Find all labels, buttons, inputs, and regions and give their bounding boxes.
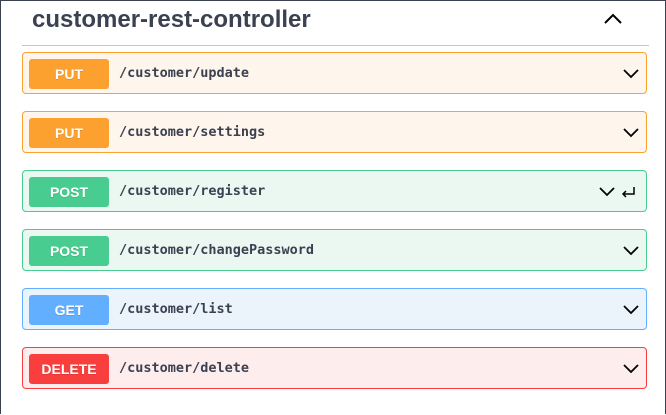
chevron-down-icon[interactable] — [622, 66, 640, 80]
method-badge: DELETE — [29, 354, 109, 384]
operation-path: /customer/list — [119, 301, 233, 317]
operation-path: /customer/changePassword — [119, 242, 315, 258]
operation-path: /customer/settings — [119, 124, 266, 140]
api-panel: customer-rest-controller PUT /customer/u… — [0, 0, 666, 414]
operation-get-customer-list[interactable]: GET /customer/list — [22, 288, 647, 330]
operation-put-customer-settings[interactable]: PUT /customer/settings — [22, 111, 647, 153]
operation-post-customer-changepassword[interactable]: POST /customer/changePassword — [22, 229, 647, 271]
chevron-down-icon[interactable] — [598, 184, 616, 198]
chevron-down-icon[interactable] — [622, 243, 640, 257]
chevron-up-icon — [604, 13, 622, 24]
chevron-down-icon[interactable] — [622, 302, 640, 316]
tag-header[interactable]: customer-rest-controller — [22, 1, 649, 46]
chevron-down-icon[interactable] — [622, 361, 640, 375]
method-badge: POST — [29, 236, 109, 266]
chevron-down-icon[interactable] — [622, 125, 640, 139]
operation-delete-customer-delete[interactable]: DELETE /customer/delete — [22, 347, 647, 389]
method-badge: POST — [29, 177, 109, 207]
operation-path: /customer/delete — [119, 360, 250, 376]
operation-post-customer-register[interactable]: POST /customer/register — [22, 170, 647, 212]
method-badge: GET — [29, 295, 109, 325]
operation-put-customer-update[interactable]: PUT /customer/update — [22, 52, 647, 94]
operation-path: /customer/register — [119, 183, 266, 199]
collapse-button[interactable] — [601, 9, 625, 29]
operation-path: /customer/update — [119, 65, 250, 81]
method-badge: PUT — [29, 118, 109, 148]
tag-title: customer-rest-controller — [32, 6, 311, 33]
method-badge: PUT — [29, 59, 109, 89]
enter-icon — [620, 184, 636, 200]
